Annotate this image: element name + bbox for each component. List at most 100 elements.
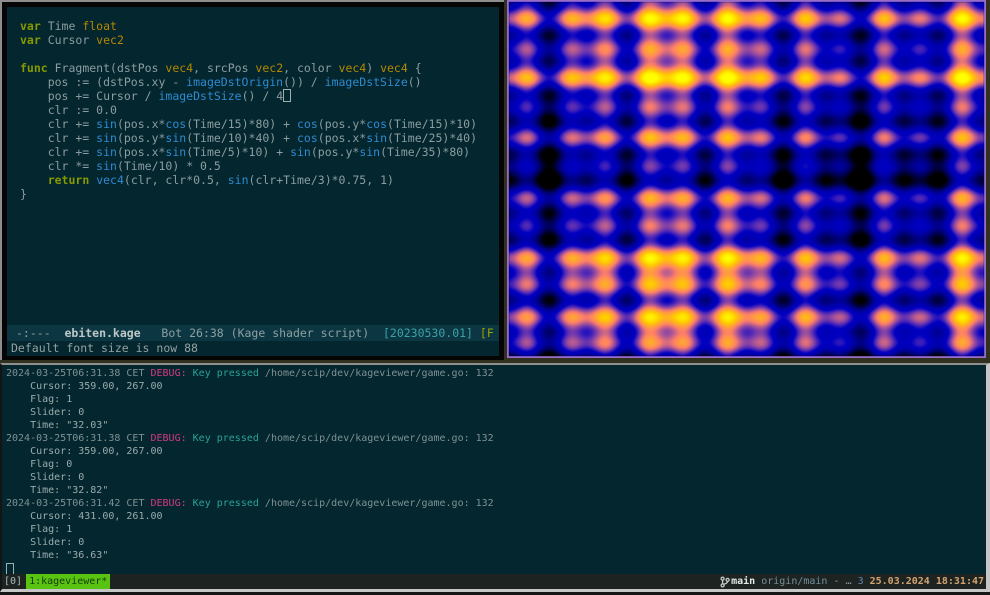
log-field: Slider: 0 <box>6 406 982 419</box>
code-token: , srcPos <box>193 61 255 75</box>
code-token: imageDstOrigin <box>186 75 283 89</box>
code-token: , color <box>283 61 338 75</box>
log-field: Slider: 0 <box>6 536 982 549</box>
log-field-value: Flag: 1 <box>6 524 72 535</box>
log-output[interactable]: 2024-03-25T06:31.38 CET DEBUG: Key press… <box>2 365 986 574</box>
code-token: (Time/10) * 0.5 <box>117 159 221 173</box>
log-entry-header: 2024-03-25T06:31.38 CET DEBUG: Key press… <box>6 432 982 445</box>
code-token: Time <box>41 19 83 33</box>
code-token: clr += <box>20 117 96 131</box>
code-token: (Time/10)*40) + <box>186 131 297 145</box>
git-branch-icon <box>720 576 730 588</box>
echo-area: Default font size is now 88 <box>7 341 499 356</box>
code-token: (Time/5)*10) + <box>186 145 290 159</box>
modeline-token: ebiten.kage <box>64 326 140 340</box>
code-line: clr += sin(pos.y*sin(Time/10)*40) + cos(… <box>20 131 499 145</box>
editor-surface: var Time floatvar Cursor vec2func Fragme… <box>7 7 499 356</box>
tmux-window-kageviewer[interactable]: 1:kageviewer* <box>26 574 110 589</box>
log-field-value: Cursor: 431.00, 261.00 <box>6 511 163 522</box>
log-field: Flag: 0 <box>6 458 982 471</box>
log-field-value: Slider: 0 <box>6 472 84 483</box>
log-field-value: Flag: 0 <box>6 459 72 470</box>
code-token: pos := (dstPos.xy - <box>20 75 186 89</box>
code-token: Fragment(dstPos <box>48 61 166 75</box>
code-token: var <box>20 33 41 47</box>
log-field: Cursor: 431.00, 261.00 <box>6 510 982 523</box>
code-line: var Cursor vec2 <box>20 33 499 47</box>
modeline-token: Bot 26:38 (Kage shader script) <box>141 326 383 340</box>
code-token: (pos.y* <box>318 117 366 131</box>
code-token: sin <box>96 159 117 173</box>
code-token: (Time/15)*10) <box>387 117 477 131</box>
log-entry-header: 2024-03-25T06:31.38 CET DEBUG: Key press… <box>6 367 982 380</box>
code-token: Cursor <box>41 33 96 47</box>
log-field-value: Cursor: 359.00, 267.00 <box>6 381 163 392</box>
desktop: var Time floatvar Cursor vec2func Fragme… <box>0 0 990 595</box>
log-field: Flag: 1 <box>6 393 982 406</box>
terminal-cursor <box>6 563 14 574</box>
log-field: Cursor: 359.00, 267.00 <box>6 380 982 393</box>
log-timestamp: 2024-03-25T06:31.42 CET <box>6 498 151 509</box>
log-field-value: Flag: 1 <box>6 394 72 405</box>
session-index: [0] <box>4 574 22 589</box>
code-token: (Time/15)*80) + <box>186 117 297 131</box>
code-line: } <box>20 187 499 201</box>
emacs-modeline[interactable]: -:--- ebiten.kage Bot 26:38 (Kage shader… <box>7 325 499 341</box>
statusbar-right: main origin/main - … 3 25.03.2024 18:31:… <box>720 574 984 589</box>
log-field-value: Time: "32.82" <box>6 485 108 496</box>
code-token: (clr, clr*0.5, <box>124 173 228 187</box>
code-token: vec4 <box>96 173 124 187</box>
log-field-value: Slider: 0 <box>6 407 84 418</box>
log-field: Time: "36.63" <box>6 549 982 562</box>
git-remote-name: origin/main <box>755 574 827 589</box>
code-token: sin <box>165 145 186 159</box>
code-line: pos += Cursor / imageDstSize() / 4 <box>20 89 499 103</box>
log-field: Cursor: 359.00, 267.00 <box>6 445 982 458</box>
code-token: () <box>408 75 422 89</box>
code-token: ()) / <box>283 75 325 89</box>
code-token: (Time/25)*40) <box>387 131 477 145</box>
log-event: Key pressed <box>193 498 259 509</box>
editor-cursor <box>283 89 291 102</box>
code-token: clr += <box>20 131 96 145</box>
log-field-value: Cursor: 359.00, 267.00 <box>6 446 163 457</box>
code-token: vec4 <box>380 61 408 75</box>
log-event: Key pressed <box>193 433 259 444</box>
code-token: sin <box>290 145 311 159</box>
log-field-value: Time: "32.03" <box>6 420 108 431</box>
statusbar-separator: - <box>827 574 845 589</box>
code-token: pos += Cursor / <box>20 89 158 103</box>
terminal-window: 2024-03-25T06:31.38 CET DEBUG: Key press… <box>0 363 990 592</box>
code-token: clr += <box>20 145 96 159</box>
log-level: DEBUG: <box>151 433 187 444</box>
statusbar-ellipsis: … <box>846 574 858 589</box>
code-token: sin <box>96 131 117 145</box>
code-token <box>20 173 48 187</box>
shader-output-canvas[interactable] <box>509 2 984 356</box>
modeline-token: [F <box>473 326 494 340</box>
code-token: cos <box>366 117 387 131</box>
code-token: (pos.x* <box>117 145 165 159</box>
log-field: Flag: 1 <box>6 523 982 536</box>
code-token: (clr+Time/3)*0.75, 1) <box>249 173 394 187</box>
log-field: Time: "32.82" <box>6 484 982 497</box>
code-token: (Time/35)*80) <box>380 145 470 159</box>
code-token: sin <box>359 145 380 159</box>
log-location: /home/scip/dev/kageviewer/game.go: 132 <box>265 368 494 379</box>
code-line: pos := (dstPos.xy - imageDstOrigin()) / … <box>20 75 499 89</box>
statusbar-datetime: 25.03.2024 18:31:47 <box>870 574 984 589</box>
code-token: func <box>20 61 48 75</box>
code-token: vec2 <box>96 33 124 47</box>
code-token: sin <box>228 173 249 187</box>
log-level: DEBUG: <box>151 498 187 509</box>
code-token: () / 4 <box>242 89 284 103</box>
log-location: /home/scip/dev/kageviewer/game.go: 132 <box>265 498 494 509</box>
code-token: sin <box>165 131 186 145</box>
code-token: vec4 <box>165 61 193 75</box>
code-token: clr *= <box>20 159 96 173</box>
code-line: clr := 0.0 <box>20 103 499 117</box>
code-token: sin <box>366 131 387 145</box>
code-line <box>20 47 499 61</box>
log-field: Slider: 0 <box>6 471 982 484</box>
code-editor[interactable]: var Time floatvar Cursor vec2func Fragme… <box>7 7 499 337</box>
